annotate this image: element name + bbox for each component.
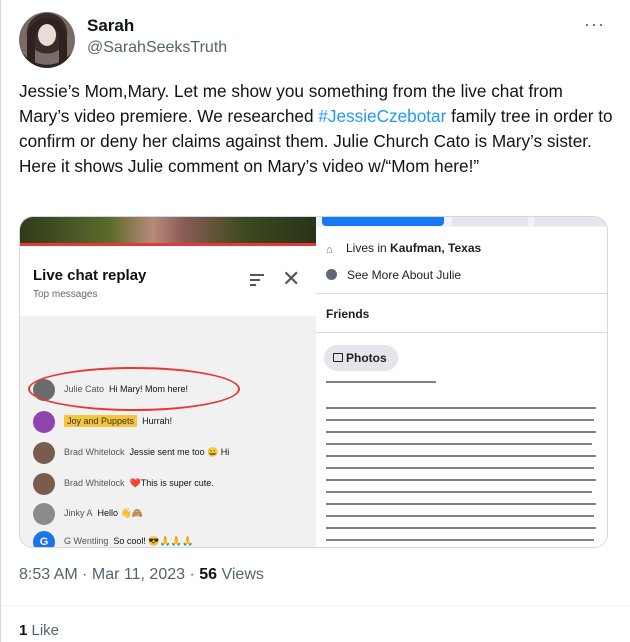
see-more-row: See More About Julie <box>326 268 461 282</box>
avatar[interactable] <box>19 12 75 68</box>
home-icon: ⌂ <box>326 244 333 256</box>
tweet-media[interactable]: Live chat replay Top messages ✕ Julie Ca… <box>19 216 608 548</box>
document-excerpt <box>316 377 607 547</box>
photos-label: Photos <box>346 351 387 365</box>
filter-icon[interactable] <box>250 274 264 286</box>
photos-icon <box>333 353 343 362</box>
avatar <box>33 503 55 525</box>
live-chat-panel: Live chat replay Top messages ✕ Julie Ca… <box>20 217 316 547</box>
divider <box>316 332 607 333</box>
lives-in-row: ⌂ Lives in Kaufman, Texas <box>326 241 482 256</box>
hashtag-link[interactable]: #JessieCzebotar <box>318 106 446 126</box>
avatar <box>33 473 55 495</box>
chat-text: So cool! 😎🙏🙏🙏 <box>113 536 194 546</box>
profile-button <box>452 217 528 226</box>
chat-header: Live chat replay Top messages ✕ <box>20 246 316 316</box>
chat-message: G G Wentling So cool! 😎🙏🙏🙏 <box>20 528 316 547</box>
avatar <box>33 442 55 464</box>
chat-text: Hello 👋🙈 <box>97 508 143 518</box>
more-dots-icon[interactable]: ··· <box>584 14 605 35</box>
avatar <box>33 411 55 433</box>
tweet-metadata: 8:53 AM · Mar 11, 2023 · 56 Views <box>19 566 264 584</box>
photos-button: Photos <box>324 345 398 371</box>
profile-toolbar <box>316 217 607 227</box>
chat-title: Live chat replay <box>33 267 147 284</box>
divider <box>1 605 630 606</box>
divider <box>316 293 607 294</box>
tweet-text: Jessie’s Mom,Mary. Let me show you somet… <box>19 79 613 179</box>
more-circle-icon <box>326 269 337 280</box>
lives-in-label: Lives in <box>346 241 391 255</box>
likes-count[interactable]: 1 Like <box>19 622 59 639</box>
chat-subtitle: Top messages <box>33 289 98 300</box>
see-more-label: See More About Julie <box>347 268 462 282</box>
views-count: 56 <box>199 566 218 583</box>
video-thumbnail <box>20 217 316 243</box>
tweet: Sarah @SarahSeeksTruth ··· Jessie’s Mom,… <box>0 0 630 642</box>
chat-author: Brad Whitelock <box>64 447 125 457</box>
author-name[interactable]: Sarah <box>87 16 134 36</box>
chat-text: ❤️This is super cute. <box>129 478 214 488</box>
chat-card: Live chat replay Top messages ✕ Julie Ca… <box>20 243 316 547</box>
likes-label: Like <box>27 622 60 639</box>
views-label: Views <box>217 566 264 583</box>
profile-button <box>534 217 606 226</box>
timestamp[interactable]: 8:53 AM · Mar 11, 2023 · <box>19 566 199 583</box>
tweet-header: Sarah @SarahSeeksTruth ··· <box>15 10 619 70</box>
profile-panel: ⌂ Lives in Kaufman, Texas See More About … <box>316 217 607 547</box>
chat-message: Brad Whitelock ❤️This is super cute. <box>20 470 316 498</box>
chat-message: Joy and Puppets Hurrah! <box>20 408 316 436</box>
lives-in-place: Kaufman, Texas <box>390 241 482 255</box>
chat-author: Brad Whitelock <box>64 478 125 488</box>
chat-author: Jinky A <box>64 508 93 518</box>
chat-author: Joy and Puppets <box>64 415 138 427</box>
chat-text: Hurrah! <box>142 416 173 426</box>
friends-heading: Friends <box>326 307 370 321</box>
chat-message: Brad Whitelock Jessie sent me too 😀 Hi <box>20 439 316 467</box>
chat-text: Jessie sent me too 😀 Hi <box>129 447 230 457</box>
chat-author: G Wentling <box>64 536 109 546</box>
chat-message: Jinky A Hello 👋🙈 <box>20 500 316 528</box>
close-icon[interactable]: ✕ <box>282 266 300 292</box>
highlight-circle <box>28 367 240 411</box>
profile-button <box>322 217 444 226</box>
avatar: G <box>33 531 55 547</box>
author-handle[interactable]: @SarahSeeksTruth <box>87 39 227 57</box>
